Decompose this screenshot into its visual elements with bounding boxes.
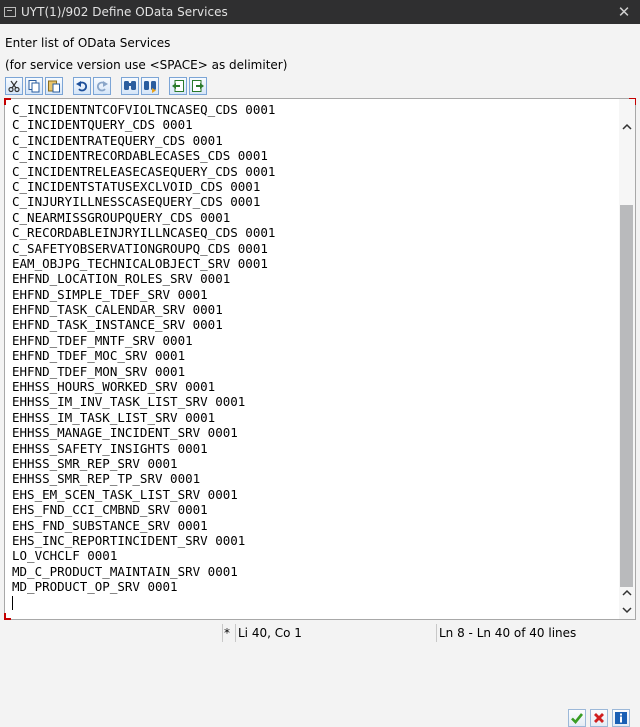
redo-icon — [96, 81, 108, 92]
scroll-up-icon[interactable] — [619, 585, 635, 601]
undo-icon — [76, 81, 88, 92]
editor-line: EHHSS_SAFETY_INSIGHTS 0001 — [12, 440, 208, 456]
editor-line: EHHSS_HOURS_WORKED_SRV 0001 — [12, 379, 216, 395]
paste-icon — [48, 80, 60, 93]
confirm-button[interactable] — [568, 709, 586, 727]
editor-line: C_INCIDENTRECORDABLECASES_CDS 0001 — [12, 148, 268, 164]
vertical-scrollbar[interactable] — [619, 99, 635, 619]
check-icon — [571, 713, 584, 724]
scrollbar-thumb[interactable] — [620, 205, 633, 587]
import-button[interactable] — [169, 77, 187, 95]
editor-line: EHFND_TDEF_MON_SRV 0001 — [12, 363, 186, 379]
paste-button[interactable] — [45, 77, 63, 95]
editor-line: C_SAFETYOBSERVATIONGROUPQ_CDS 0001 — [12, 240, 268, 256]
editor-line: C_INCIDENTRELEASECASEQUERY_CDS 0001 — [12, 163, 276, 179]
copy-icon — [28, 80, 40, 93]
editor-line: C_RECORDABLEINJRYILLNCASEQ_CDS 0001 — [12, 225, 276, 241]
editor-line: LO_VCHCLF 0001 — [12, 548, 118, 564]
editor-line: C_INCIDENTQUERY_CDS 0001 — [12, 117, 193, 133]
editor-cursor-line[interactable] — [12, 595, 612, 610]
dialog-footer — [0, 645, 640, 727]
window-title: UYT(1)/902 Define OData Services — [21, 5, 228, 19]
editor-line: C_INJURYILLNESSCASEQUERY_CDS 0001 — [12, 194, 261, 210]
editor-line: EHS_INC_REPORTINCIDENT_SRV 0001 — [12, 532, 246, 548]
close-icon[interactable]: ✕ — [612, 3, 636, 21]
instruction-label: Enter list of OData Services — [5, 36, 171, 50]
editor-line: EHHSS_IM_INV_TASK_LIST_SRV 0001 — [12, 394, 246, 410]
editor-line: EAM_OBJPG_TECHNICALOBJECT_SRV 0001 — [12, 255, 268, 271]
undo-button[interactable] — [73, 77, 91, 95]
find-icon — [124, 81, 136, 90]
editor-line: EHHSS_MANAGE_INCIDENT_SRV 0001 — [12, 425, 238, 441]
text-caret — [12, 596, 13, 610]
scroll-down-icon[interactable] — [619, 602, 635, 618]
editor-line: C_INCIDENTSTATUSEXCLVOID_CDS 0001 — [12, 178, 261, 194]
cut-button[interactable] — [5, 77, 23, 95]
redo-button[interactable] — [93, 77, 111, 95]
editor-line: EHFND_LOCATION_ROLES_SRV 0001 — [12, 271, 231, 287]
export-icon — [192, 80, 204, 92]
editor-line: EHS_EM_SCEN_TASK_LIST_SRV 0001 — [12, 486, 238, 502]
editor-toolbar — [5, 76, 209, 96]
copy-button[interactable] — [25, 77, 43, 95]
scroll-up-top-icon[interactable] — [619, 119, 635, 135]
title-bar: UYT(1)/902 Define OData Services ✕ — [0, 0, 640, 24]
editor-line: EHHSS_IM_TASK_LIST_SRV 0001 — [12, 409, 216, 425]
editor-line: EHFND_TDEF_MNTF_SRV 0001 — [12, 332, 193, 348]
line-range-info: Ln 8 - Ln 40 of 40 lines — [439, 626, 577, 640]
cut-icon — [8, 80, 20, 93]
cursor-position: Li 40, Co 1 — [238, 626, 302, 640]
editor-line: C_NEARMISSGROUPQUERY_CDS 0001 — [12, 209, 231, 225]
editor-line: EHHSS_SMR_REP_TP_SRV 0001 — [12, 471, 201, 487]
export-button[interactable] — [189, 77, 207, 95]
import-icon — [172, 80, 184, 92]
editor-line: EHS_FND_CCI_CMBND_SRV 0001 — [12, 502, 208, 518]
cancel-button[interactable] — [590, 709, 608, 727]
editor-line: EHFND_SIMPLE_TDEF_SRV 0001 — [12, 286, 208, 302]
editor-line: MD_PRODUCT_OP_SRV 0001 — [12, 579, 178, 595]
find-next-button[interactable] — [141, 77, 159, 95]
editor-text[interactable]: C_INCIDENTNTCOFVIOLTNCASEQ_CDS 0001 C_INC… — [12, 102, 612, 610]
find-next-icon — [144, 81, 156, 93]
insert-mode-indicator: * — [224, 626, 230, 640]
editor-line: EHS_FND_SUBSTANCE_SRV 0001 — [12, 517, 208, 533]
info-icon — [615, 712, 627, 724]
find-button[interactable] — [121, 77, 139, 95]
editor-line: EHFND_TDEF_MOC_SRV 0001 — [12, 348, 186, 364]
editor-line: C_INCIDENTNTCOFVIOLTNCASEQ_CDS 0001 — [12, 102, 276, 117]
window-icon — [4, 7, 16, 17]
editor-line: EHHSS_SMR_REP_SRV 0001 — [12, 455, 178, 471]
cancel-icon — [594, 713, 604, 723]
editor-line: EHFND_TASK_INSTANCE_SRV 0001 — [12, 317, 223, 333]
editor-line: MD_C_PRODUCT_MAINTAIN_SRV 0001 — [12, 563, 238, 579]
editor-line: C_INCIDENTRATEQUERY_CDS 0001 — [12, 132, 223, 148]
hint-label: (for service version use <SPACE> as deli… — [5, 58, 288, 72]
editor-line: EHFND_TASK_CALENDAR_SRV 0001 — [12, 302, 223, 318]
info-button[interactable] — [612, 709, 630, 727]
status-bar: * Li 40, Co 1 Ln 8 - Ln 40 of 40 lines — [4, 622, 636, 644]
service-list-editor[interactable]: C_INCIDENTNTCOFVIOLTNCASEQ_CDS 0001 C_INC… — [4, 98, 636, 620]
